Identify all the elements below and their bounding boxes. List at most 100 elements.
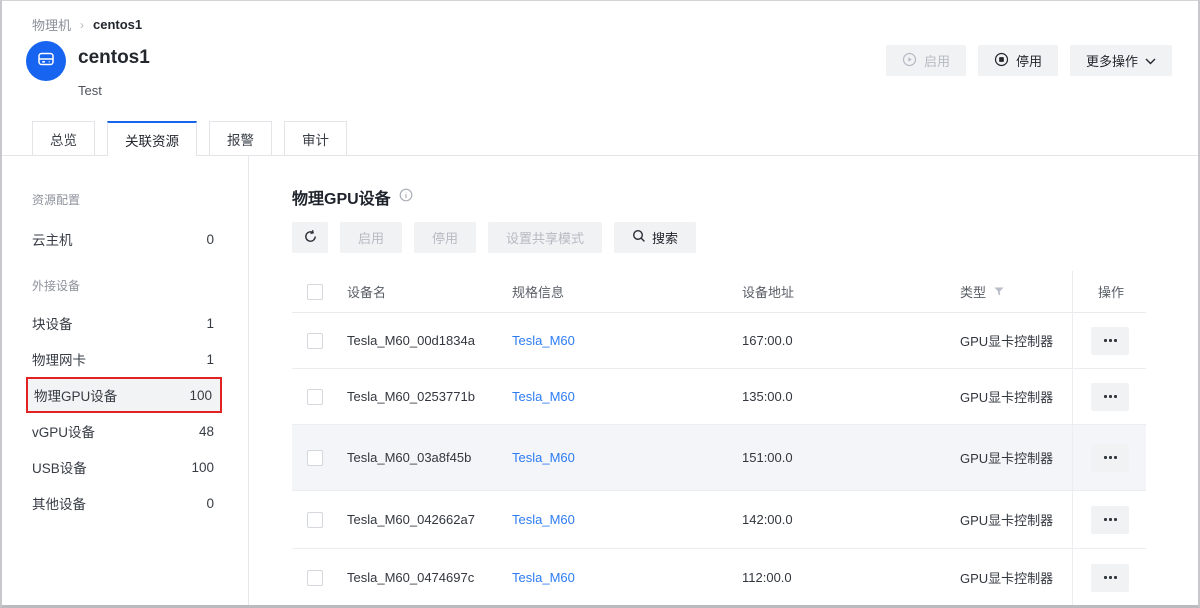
col-device-name: 设备名	[347, 282, 512, 301]
row-actions-button[interactable]	[1091, 327, 1129, 355]
device-name: Tesla_M60_0474697c	[347, 570, 512, 585]
table-row: Tesla_M60_042662a7 Tesla_M60 142:00.0 GP…	[292, 491, 1146, 549]
sidebar-item-vgpu[interactable]: vGPU设备 48	[26, 419, 222, 443]
content-title: 物理GPU设备	[292, 185, 413, 209]
tab-related-resources[interactable]: 关联资源	[107, 121, 197, 156]
spec-link[interactable]: Tesla_M60	[512, 333, 575, 348]
enable-button-label: 启用	[924, 51, 950, 70]
sidebar-item-count: 1	[206, 316, 214, 331]
search-button[interactable]: 搜索	[614, 222, 696, 253]
more-actions-button[interactable]: 更多操作	[1070, 45, 1172, 76]
avatar	[26, 41, 66, 81]
play-circle-icon	[902, 52, 917, 70]
refresh-icon	[303, 229, 318, 247]
sidebar-item-physical-nic[interactable]: 物理网卡 1	[26, 347, 222, 371]
page-subtitle: Test	[78, 83, 102, 98]
more-actions-label: 更多操作	[1086, 51, 1138, 70]
refresh-button[interactable]	[292, 222, 328, 253]
select-all-checkbox[interactable]	[307, 284, 323, 300]
row-checkbox[interactable]	[307, 450, 323, 466]
tab-audit[interactable]: 审计	[284, 121, 347, 155]
device-name: Tesla_M60_00d1834a	[347, 333, 512, 348]
device-address: 112:00.0	[742, 570, 960, 585]
spec-link[interactable]: Tesla_M60	[512, 512, 575, 527]
device-name: Tesla_M60_03a8f45b	[347, 450, 512, 465]
filter-icon[interactable]	[994, 284, 1004, 299]
physical-machine-detail-page: 物理机 › centos1 centos1 Test 启用	[0, 0, 1200, 608]
row-checkbox[interactable]	[307, 333, 323, 349]
device-address: 142:00.0	[742, 512, 960, 527]
device-address: 167:00.0	[742, 333, 960, 348]
sidebar-item-count: 1	[206, 352, 214, 367]
host-icon	[36, 49, 56, 74]
content-title-text: 物理GPU设备	[292, 185, 391, 209]
table-row-highlighted: Tesla_M60_03a8f45b Tesla_M60 151:00.0 GP…	[292, 425, 1146, 491]
device-address: 135:00.0	[742, 389, 960, 404]
toolbar-enable-button[interactable]: 启用	[340, 222, 402, 253]
table-header: 设备名 规格信息 设备地址 类型 操作	[292, 271, 1146, 313]
header-actions: 启用 停用 更多操作	[886, 45, 1172, 76]
breadcrumb-current: centos1	[93, 17, 142, 32]
device-type: GPU显卡控制器	[960, 448, 1072, 467]
device-type: GPU显卡控制器	[960, 510, 1072, 529]
row-checkbox[interactable]	[307, 389, 323, 405]
device-name: Tesla_M60_042662a7	[347, 512, 512, 527]
device-address: 151:00.0	[742, 450, 960, 465]
set-share-mode-button[interactable]: 设置共享模式	[488, 222, 602, 253]
table-row: Tesla_M60_0474697c Tesla_M60 112:00.0 GP…	[292, 549, 1146, 607]
row-actions-button[interactable]	[1091, 383, 1129, 411]
row-actions-button[interactable]	[1091, 444, 1129, 472]
device-type: GPU显卡控制器	[960, 568, 1072, 587]
disable-button[interactable]: 停用	[978, 45, 1058, 76]
sidebar-item-count: 48	[199, 424, 214, 439]
sidebar-item-label: USB设备	[32, 457, 87, 477]
device-name: Tesla_M60_0253771b	[347, 389, 512, 404]
disable-button-label: 停用	[1016, 51, 1042, 70]
enable-button[interactable]: 启用	[886, 45, 966, 76]
gpu-table: 设备名 规格信息 设备地址 类型 操作 Tesla_M60_00d1834a T…	[292, 271, 1146, 607]
search-button-label: 搜索	[652, 228, 678, 247]
row-checkbox[interactable]	[307, 570, 323, 586]
sidebar-item-label: 云主机	[32, 229, 73, 249]
sidebar-item-count: 0	[206, 496, 214, 511]
sidebar-item-label: vGPU设备	[32, 421, 95, 441]
row-actions-button[interactable]	[1091, 564, 1129, 592]
spec-link[interactable]: Tesla_M60	[512, 389, 575, 404]
breadcrumb: 物理机 › centos1	[32, 15, 142, 34]
col-device-address: 设备地址	[742, 282, 960, 301]
table-row: Tesla_M60_00d1834a Tesla_M60 167:00.0 GP…	[292, 313, 1146, 369]
sidebar-divider	[248, 156, 249, 605]
ellipsis-icon	[1109, 339, 1112, 342]
col-action: 操作	[1072, 271, 1146, 312]
sidebar-item-usb[interactable]: USB设备 100	[26, 455, 222, 479]
search-icon	[632, 229, 646, 246]
sidebar-section-resource-config: 资源配置	[32, 191, 80, 208]
toolbar-disable-button[interactable]: 停用	[414, 222, 476, 253]
ellipsis-icon	[1109, 518, 1112, 521]
sidebar-item-count: 0	[206, 232, 214, 247]
page-title: centos1	[78, 47, 150, 69]
sidebar-item-physical-gpu[interactable]: 物理GPU设备 100	[26, 377, 222, 413]
breadcrumb-separator-icon: ›	[80, 18, 84, 32]
row-actions-button[interactable]	[1091, 506, 1129, 534]
sidebar-item-other-devices[interactable]: 其他设备 0	[26, 491, 222, 515]
sidebar-section-external-devices: 外接设备	[32, 277, 80, 294]
sidebar-item-block-device[interactable]: 块设备 1	[26, 311, 222, 335]
sidebar-item-count: 100	[191, 460, 214, 475]
tab-bar: 总览 关联资源 报警 审计	[32, 121, 347, 156]
spec-link[interactable]: Tesla_M60	[512, 450, 575, 465]
breadcrumb-parent[interactable]: 物理机	[32, 15, 71, 34]
device-type: GPU显卡控制器	[960, 387, 1072, 406]
spec-link[interactable]: Tesla_M60	[512, 570, 575, 585]
col-type: 类型	[960, 282, 986, 301]
sidebar-item-label: 物理GPU设备	[34, 385, 117, 405]
chevron-down-icon	[1145, 53, 1156, 68]
sidebar-item-label: 块设备	[32, 313, 73, 333]
row-checkbox[interactable]	[307, 512, 323, 528]
ellipsis-icon	[1109, 456, 1112, 459]
tab-overview[interactable]: 总览	[32, 121, 95, 155]
ellipsis-icon	[1109, 395, 1112, 398]
info-icon[interactable]	[399, 188, 413, 207]
tab-alerts[interactable]: 报警	[209, 121, 272, 155]
sidebar-item-cloud-host[interactable]: 云主机 0	[26, 227, 222, 251]
